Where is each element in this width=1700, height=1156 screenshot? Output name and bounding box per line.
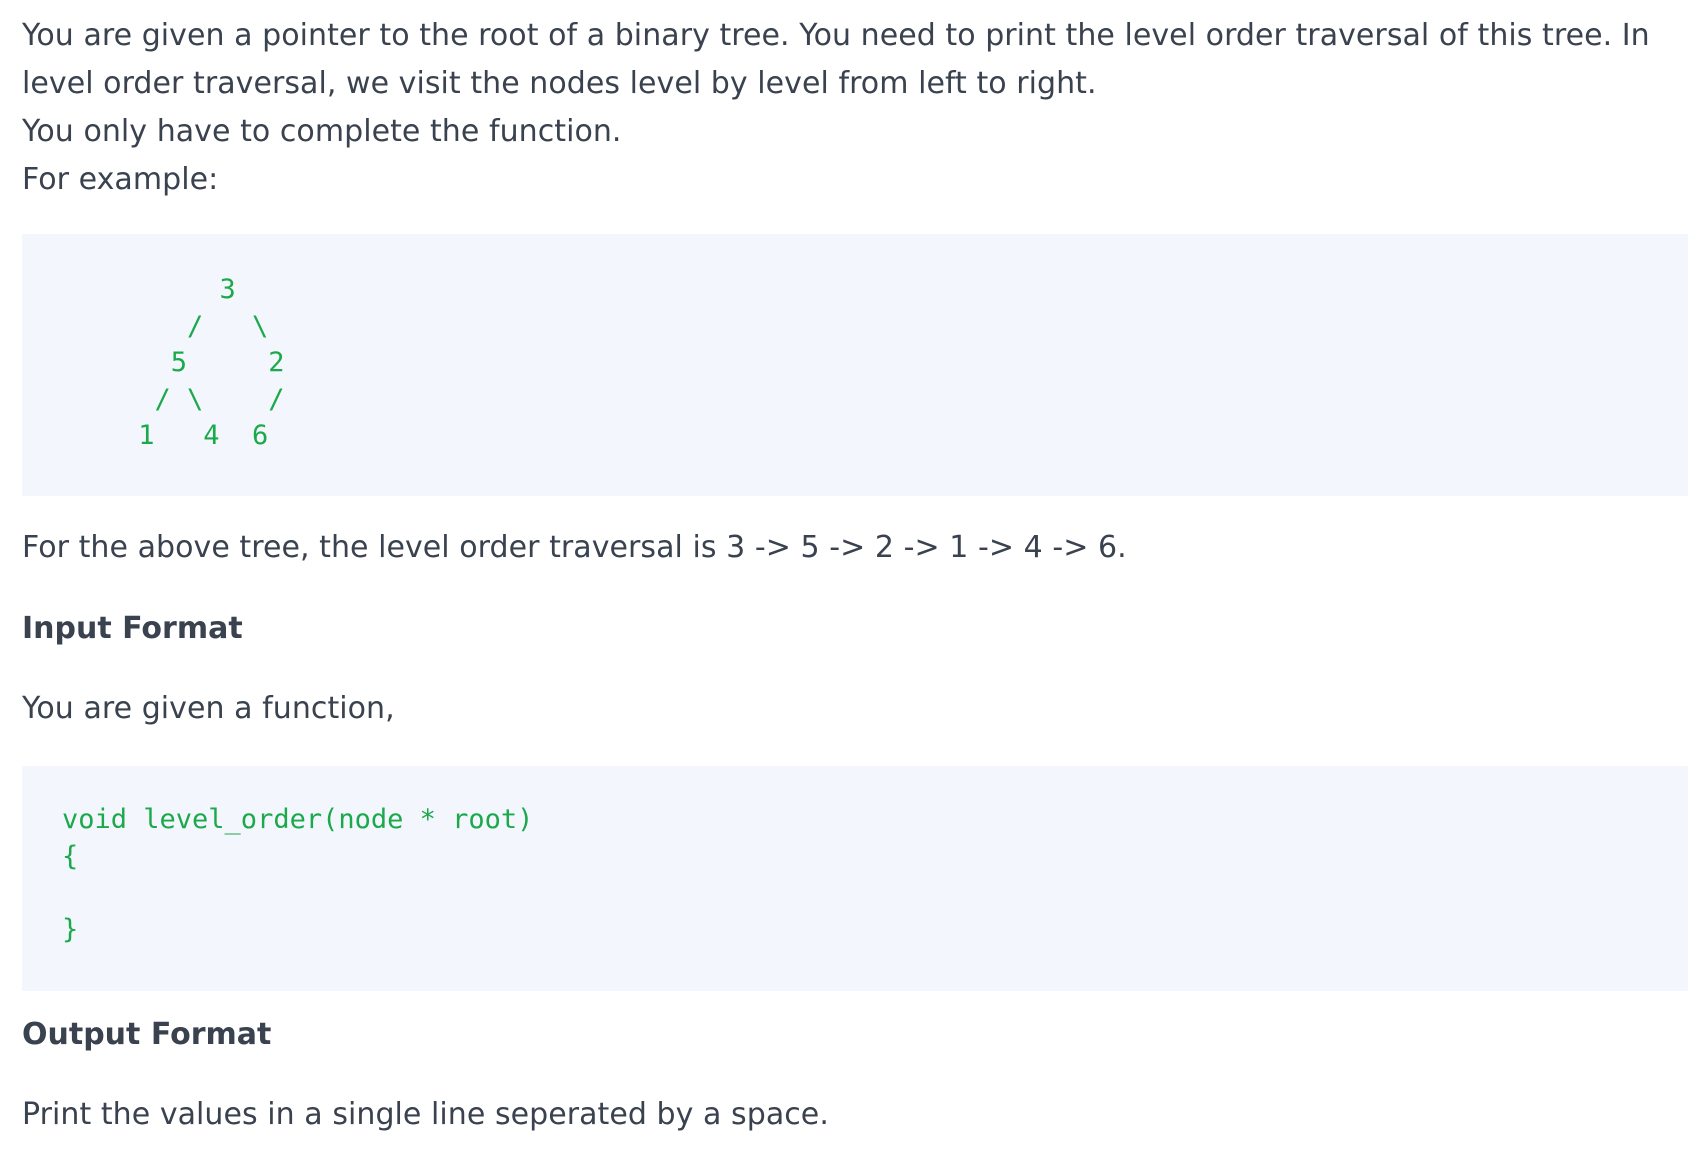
- input-format-text: You are given a function,: [22, 691, 395, 726]
- function-signature-block: void level_order(node * root) { }: [22, 766, 1688, 991]
- problem-statement: You are given a pointer to the root of a…: [0, 0, 1700, 1156]
- input-format-heading: Input Format: [22, 611, 243, 646]
- intro-instruction: You only have to complete the function.: [22, 114, 622, 149]
- tree-example-block: 3 / \ 5 2 / \ / 1 4 6: [22, 234, 1688, 496]
- example-label: For example:: [22, 162, 219, 197]
- tree-example-code: 3 / \ 5 2 / \ / 1 4 6: [138, 274, 285, 451]
- output-format-heading: Output Format: [22, 1017, 272, 1052]
- output-format-text: Print the values in a single line sepera…: [22, 1097, 829, 1132]
- intro-paragraph: You are given a pointer to the root of a…: [22, 18, 1650, 101]
- function-signature-code: void level_order(node * root) { }: [62, 804, 534, 945]
- traversal-explanation: For the above tree, the level order trav…: [22, 530, 1127, 565]
